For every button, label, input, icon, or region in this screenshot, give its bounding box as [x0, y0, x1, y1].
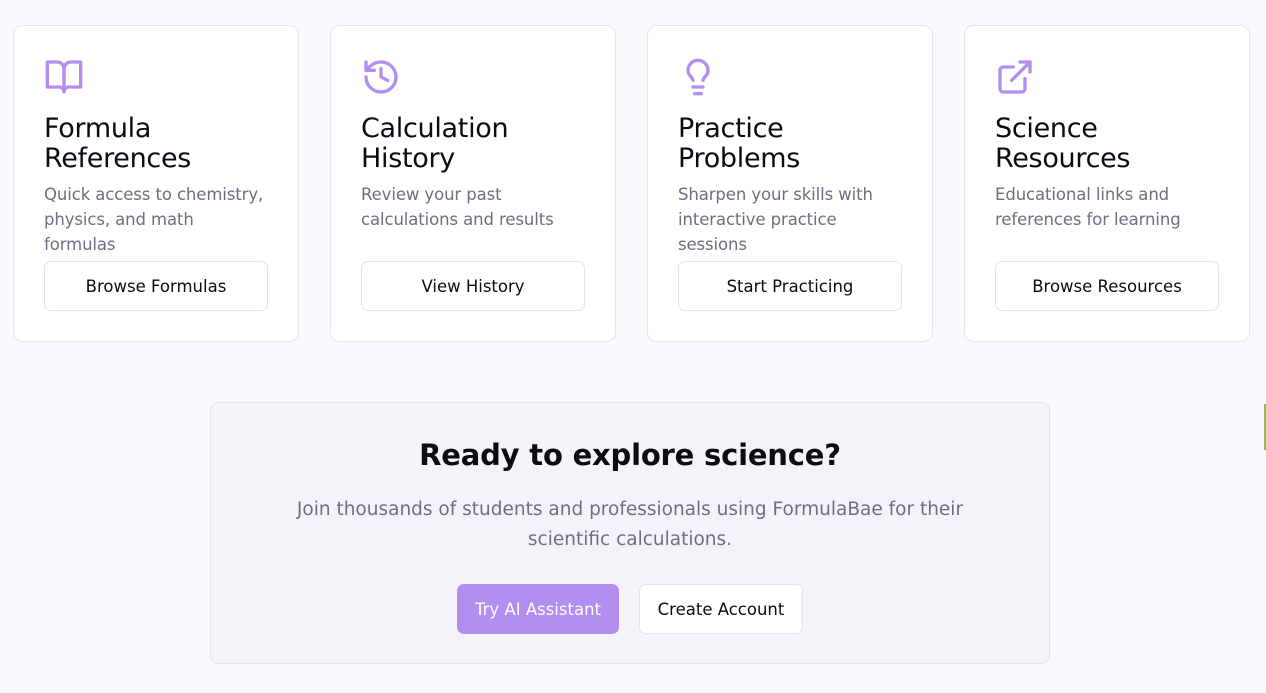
- card-practice-problems: Practice Problems Sharpen your skills wi…: [647, 25, 933, 342]
- cta-buttons: Try AI Assistant Create Account: [211, 584, 1049, 634]
- browse-resources-button[interactable]: Browse Resources: [995, 261, 1219, 311]
- card-description: Review your past calculations and result…: [361, 185, 554, 229]
- start-practicing-button[interactable]: Start Practicing: [678, 261, 902, 311]
- card-science-resources: Science Resources Educational links and …: [964, 25, 1250, 342]
- card-title: Practice Problems: [678, 113, 801, 174]
- card-description: Sharpen your skills with interactive pra…: [678, 185, 873, 254]
- cta-title: Ready to explore science?: [419, 438, 841, 472]
- card-formula-references: Formula References Quick access to chemi…: [13, 25, 299, 342]
- external-link-icon: [995, 57, 1035, 97]
- cta-text: Join thousands of students and professio…: [296, 499, 964, 550]
- feature-cards: Formula References Quick access to chemi…: [13, 25, 1250, 342]
- card-description: Quick access to chemistry, physics, and …: [44, 185, 264, 254]
- lightbulb-icon: [678, 57, 718, 97]
- book-open-icon: [44, 57, 84, 97]
- cta-panel: Ready to explore science? Join thousands…: [210, 402, 1050, 664]
- browse-formulas-button[interactable]: Browse Formulas: [44, 261, 268, 311]
- card-title: Calculation History: [361, 113, 509, 174]
- try-ai-assistant-button[interactable]: Try AI Assistant: [457, 584, 619, 634]
- history-icon: [361, 57, 401, 97]
- card-description: Educational links and references for lea…: [995, 185, 1181, 229]
- card-calculation-history: Calculation History Review your past cal…: [330, 25, 616, 342]
- card-title: Science Resources: [995, 113, 1131, 174]
- page: Formula References Quick access to chemi…: [0, 0, 1266, 693]
- create-account-button[interactable]: Create Account: [639, 584, 803, 634]
- view-history-button[interactable]: View History: [361, 261, 585, 311]
- card-title: Formula References: [44, 113, 192, 174]
